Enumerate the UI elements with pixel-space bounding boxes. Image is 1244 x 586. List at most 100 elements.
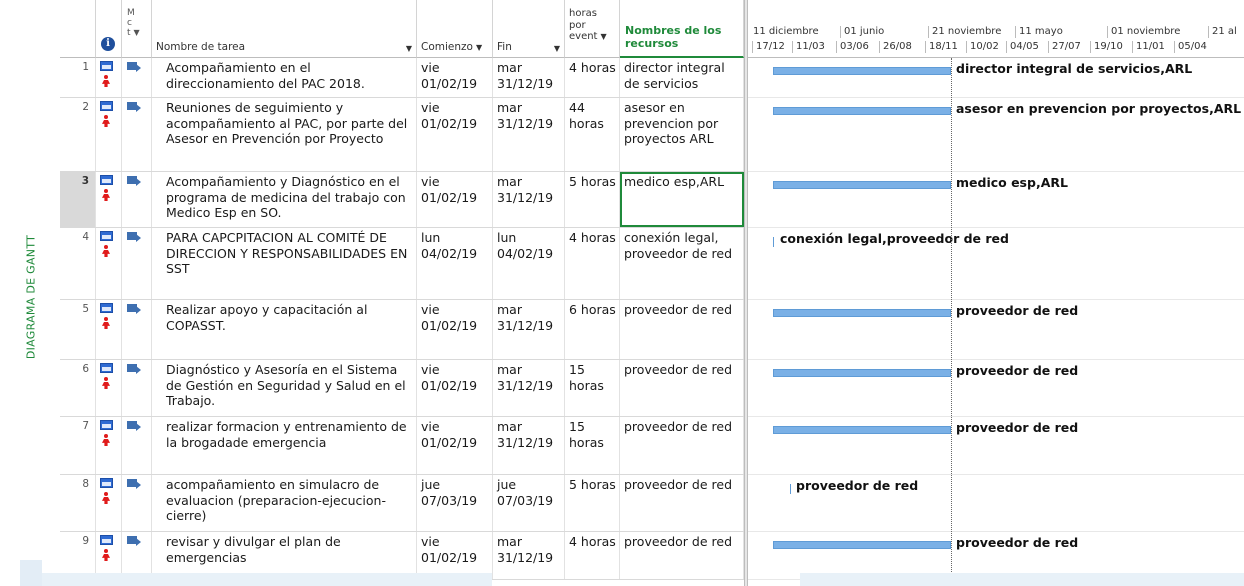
resources-cell[interactable]: proveedor de red (620, 532, 744, 579)
row-number[interactable]: 5 (60, 300, 96, 359)
gantt-bar[interactable] (773, 181, 951, 189)
resources-header[interactable]: Nombres de los recursos (620, 0, 744, 58)
start-cell[interactable]: vie 01/02/19 (417, 58, 493, 97)
hours-cell[interactable]: 5 horas (565, 475, 620, 531)
indicators-cell[interactable] (96, 58, 122, 97)
task-row[interactable]: 4 PARA CAPCPITACION AL COMITÉ DE DIRECCIO… (60, 228, 744, 300)
indicators-cell[interactable] (96, 228, 122, 299)
task-name-header[interactable]: Nombre de tarea ▼ (152, 0, 417, 58)
gantt-bar[interactable] (773, 107, 951, 115)
task-row[interactable]: 5 Realizar apoyo y capacitación al COPASS… (60, 300, 744, 360)
gantt-bar[interactable] (773, 67, 951, 75)
start-cell[interactable]: jue 07/03/19 (417, 475, 493, 531)
resources-cell[interactable]: medico esp,ARL (620, 172, 744, 227)
finish-cell[interactable]: mar 31/12/19 (493, 360, 565, 416)
indicators-cell[interactable] (96, 172, 122, 227)
indicators-cell[interactable] (96, 532, 122, 579)
gantt-bar[interactable] (773, 426, 951, 434)
gantt-bar[interactable] (773, 309, 951, 317)
gantt-horizontal-scrollbar[interactable] (800, 573, 1244, 586)
task-row[interactable]: 3 Acompañamiento y Diagnóstico en el prog… (60, 172, 744, 228)
dropdown-arrow-icon[interactable]: ▼ (476, 43, 482, 52)
hours-cell[interactable]: 6 horas (565, 300, 620, 359)
gantt-bar[interactable] (773, 369, 951, 377)
hours-cell[interactable]: 4 horas (565, 228, 620, 299)
hours-header[interactable]: horas por event ▼ (565, 0, 620, 58)
task-name-cell[interactable]: Diagnóstico y Asesoría en el Sistema de … (152, 360, 417, 416)
resources-cell[interactable]: proveedor de red (620, 417, 744, 474)
gantt-bar[interactable] (773, 541, 951, 549)
finish-cell[interactable]: mar 31/12/19 (493, 300, 565, 359)
dropdown-arrow-icon[interactable]: ▼ (554, 44, 560, 53)
task-name-cell[interactable]: PARA CAPCPITACION AL COMITÉ DE DIRECCION… (152, 228, 417, 299)
task-mode-cell[interactable] (122, 98, 152, 171)
task-row[interactable]: 6 Diagnóstico y Asesoría en el Sistema de… (60, 360, 744, 417)
resources-cell[interactable]: proveedor de red (620, 300, 744, 359)
resources-cell[interactable]: proveedor de red (620, 475, 744, 531)
task-mode-cell[interactable] (122, 417, 152, 474)
row-number[interactable]: 9 (60, 532, 96, 579)
finish-cell[interactable]: jue 07/03/19 (493, 475, 565, 531)
finish-cell[interactable]: mar 31/12/19 (493, 98, 565, 171)
task-row[interactable]: 1 Acompañamiento en el direccionamiento d… (60, 58, 744, 98)
task-row[interactable]: 2 Reuniones de seguimiento y acompañamien… (60, 98, 744, 172)
finish-cell[interactable]: mar 31/12/19 (493, 172, 565, 227)
task-row[interactable]: 8 acompañamiento en simulacro de evaluaci… (60, 475, 744, 532)
row-number[interactable]: 6 (60, 360, 96, 416)
gantt-bar[interactable] (790, 484, 792, 494)
hours-cell[interactable]: 44 horas (565, 98, 620, 171)
start-cell[interactable]: vie 01/02/19 (417, 417, 493, 474)
task-name-cell[interactable]: acompañamiento en simulacro de evaluacio… (152, 475, 417, 531)
indicators-cell[interactable] (96, 417, 122, 474)
task-name-cell[interactable]: revisar y divulgar el plan de emergencia… (152, 532, 417, 579)
row-number[interactable]: 1 (60, 58, 96, 97)
row-number[interactable]: 2 (60, 98, 96, 171)
hours-cell[interactable]: 4 horas (565, 58, 620, 97)
task-name-cell[interactable]: Acompañamiento y Diagnóstico en el progr… (152, 172, 417, 227)
start-cell[interactable]: vie 01/02/19 (417, 300, 493, 359)
hours-cell[interactable]: 15 horas (565, 417, 620, 474)
view-bar-label[interactable]: DIAGRAMA DE GANTT (19, 212, 43, 382)
indicators-cell[interactable] (96, 475, 122, 531)
hours-cell[interactable]: 5 horas (565, 172, 620, 227)
finish-header[interactable]: Fin ▼ (493, 0, 565, 58)
resources-cell[interactable]: director integral de servicios (620, 58, 744, 97)
timescale-header[interactable]: 11 diciembre 01 junio 21 noviembre 11 mayo 0… (748, 0, 1244, 58)
gantt-bar[interactable] (773, 237, 775, 247)
finish-cell[interactable]: lun 04/02/19 (493, 228, 565, 299)
task-mode-header[interactable]: M c t ▼ (122, 0, 152, 58)
task-mode-cell[interactable] (122, 475, 152, 531)
resources-cell[interactable]: asesor en prevencion por proyectos ARL (620, 98, 744, 171)
row-number-header[interactable] (60, 0, 96, 58)
dropdown-arrow-icon[interactable]: ▼ (134, 28, 140, 37)
task-mode-cell[interactable] (122, 532, 152, 579)
indicators-header[interactable]: i (96, 0, 122, 58)
task-name-cell[interactable]: Reuniones de seguimiento y acompañamient… (152, 98, 417, 171)
resources-cell[interactable]: conexión legal, proveedor de red (620, 228, 744, 299)
dropdown-arrow-icon[interactable]: ▼ (600, 32, 606, 41)
row-number[interactable]: 8 (60, 475, 96, 531)
start-cell[interactable]: vie 01/02/19 (417, 532, 493, 579)
task-mode-cell[interactable] (122, 228, 152, 299)
finish-cell[interactable]: mar 31/12/19 (493, 417, 565, 474)
indicators-cell[interactable] (96, 98, 122, 171)
hours-cell[interactable]: 4 horas (565, 532, 620, 579)
start-header[interactable]: Comienzo ▼ (417, 0, 493, 58)
start-cell[interactable]: vie 01/02/19 (417, 360, 493, 416)
task-name-cell[interactable]: Realizar apoyo y capacitación al COPASST… (152, 300, 417, 359)
task-mode-cell[interactable] (122, 172, 152, 227)
finish-cell[interactable]: mar 31/12/19 (493, 58, 565, 97)
task-name-cell[interactable]: realizar formacion y entrenamiento de la… (152, 417, 417, 474)
start-cell[interactable]: vie 01/02/19 (417, 172, 493, 227)
pane-splitter[interactable] (744, 0, 748, 586)
horizontal-scrollbar[interactable] (42, 573, 492, 586)
row-number[interactable]: 3 (60, 172, 96, 227)
indicators-cell[interactable] (96, 360, 122, 416)
indicators-cell[interactable] (96, 300, 122, 359)
task-mode-cell[interactable] (122, 360, 152, 416)
task-name-cell[interactable]: Acompañamiento en el direccionamiento de… (152, 58, 417, 97)
dropdown-arrow-icon[interactable]: ▼ (406, 44, 412, 53)
start-cell[interactable]: vie 01/02/19 (417, 98, 493, 171)
task-row[interactable]: 7 realizar formacion y entrenamiento de l… (60, 417, 744, 475)
resources-cell[interactable]: proveedor de red (620, 360, 744, 416)
